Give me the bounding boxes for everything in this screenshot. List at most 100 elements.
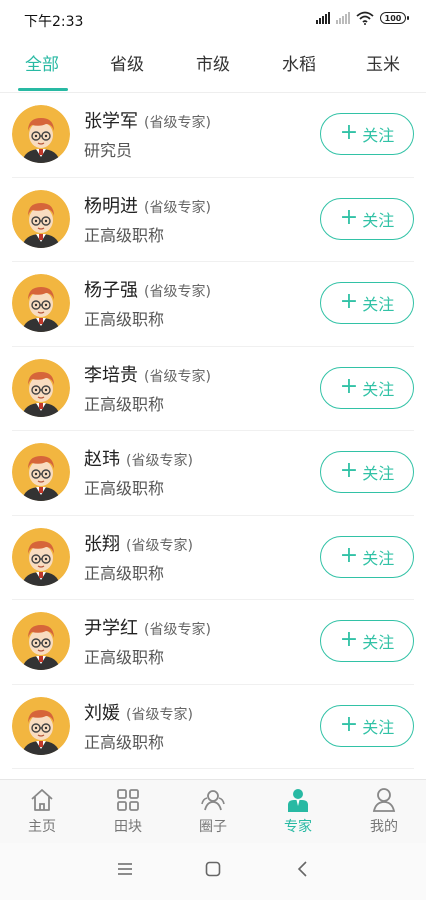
grid-icon [117,789,139,811]
follow-button[interactable]: + 关注 [320,704,414,747]
expert-avatar-icon [12,105,70,163]
status-bar: 下午2:33 100 [0,0,426,40]
follow-button[interactable]: + 关注 [320,113,414,155]
nav-fields[interactable]: 田块 [93,786,163,836]
status-icons: 100 [316,11,409,25]
tab-indicator [18,88,68,91]
avatar [12,696,70,755]
nav-profile[interactable]: 我的 [349,786,419,836]
follow-label: 关注 [362,633,395,652]
plus-icon: + [339,289,359,314]
expert-avatar-icon [12,358,70,417]
signal-icon [316,12,330,24]
expert-role: (省级专家) [126,453,193,469]
avatar [12,443,70,501]
expert-role: (省级专家) [126,706,193,723]
nav-experts[interactable]: 专家 [263,786,333,836]
plus-icon: + [339,542,359,568]
follow-label: 关注 [362,295,395,314]
home-icon [31,789,53,811]
list-item[interactable]: 杨子强 (省级专家) 正高级职称 + 关注 [12,262,414,347]
avatar [12,189,70,248]
expert-title: 正高级职称 [84,563,165,583]
expert-title: 研究员 [84,141,133,160]
nav-community[interactable]: 圈子 [178,786,248,836]
avatar [12,105,70,163]
expert-role: (省级专家) [144,622,211,638]
bottom-nav: 主页 田块 圈子 专家 我的 [0,779,426,844]
expert-name: 李培贵 [84,364,138,386]
nav-label: 专家 [284,819,312,835]
list-item[interactable]: 杨明进 (省级专家) 正高级职称 + 关注 [12,178,414,262]
avatar [12,274,70,332]
tab-city[interactable]: 市级 [196,50,230,75]
expert-role: (省级专家) [144,199,211,216]
expert-title: 正高级职称 [84,310,165,329]
expert-avatar-icon [12,527,70,586]
follow-label: 关注 [362,210,395,230]
expert-title: 正高级职称 [84,648,165,667]
nav-label: 田块 [114,819,142,835]
avatar [12,612,70,670]
tab-rice[interactable]: 水稻 [282,50,316,75]
follow-button[interactable]: + 关注 [320,197,414,240]
expert-role: (省级专家) [144,368,211,385]
expert-avatar-icon [12,443,70,501]
nav-label: 主页 [28,819,56,835]
plus-icon: + [339,120,359,145]
follow-button[interactable]: + 关注 [320,620,414,662]
expert-icon [288,789,308,812]
expert-avatar-icon [12,612,70,670]
plus-icon: + [339,204,359,230]
tab-all[interactable]: 全部 [25,50,59,75]
follow-button[interactable]: + 关注 [320,451,414,493]
list-item[interactable]: 赵玮 (省级专家) 正高级职称 + 关注 [12,431,414,516]
list-item[interactable]: 李培贵 (省级专家) 正高级职称 + 关注 [12,347,414,431]
expert-role: (省级专家) [144,115,211,131]
expert-name: 张翔 [84,533,120,555]
follow-button[interactable]: + 关注 [320,366,414,409]
follow-label: 关注 [362,717,395,737]
expert-name: 尹学红 [84,618,138,639]
nav-home[interactable]: 主页 [7,786,77,836]
plus-icon: + [339,458,359,483]
plus-icon: + [339,373,359,399]
tab-corn[interactable]: 玉米 [366,50,400,75]
expert-avatar-icon [12,189,70,248]
expert-role: (省级专家) [144,284,211,300]
expert-avatar-icon [12,274,70,332]
expert-name: 杨子强 [84,280,138,301]
expert-role: (省级专家) [126,537,193,554]
back-icon[interactable] [295,861,311,877]
avatar [12,527,70,586]
follow-label: 关注 [362,379,395,399]
signal-2-icon [336,12,350,24]
battery-icon: 100 [380,12,409,24]
follow-label: 关注 [362,548,395,568]
wifi-icon [356,11,374,25]
nav-label: 圈子 [199,819,227,835]
tab-provincial[interactable]: 省级 [110,50,144,75]
menu-icon[interactable] [117,861,133,877]
follow-button[interactable]: + 关注 [320,535,414,578]
expert-name: 刘媛 [84,702,120,724]
expert-name: 赵玮 [84,449,120,470]
plus-icon: + [339,627,359,652]
expert-title: 正高级职称 [84,225,165,245]
expert-name: 张学军 [84,111,138,132]
list-item[interactable]: 尹学红 (省级专家) 正高级职称 + 关注 [12,600,414,685]
home-square-icon[interactable] [205,861,221,877]
category-tabs: 全部 省级 市级 水稻 玉米 [0,44,426,93]
list-item[interactable]: 张翔 (省级专家) 正高级职称 + 关注 [12,516,414,600]
list-item[interactable]: 刘媛 (省级专家) 正高级职称 + 关注 [12,685,414,769]
nav-label: 我的 [370,819,398,835]
follow-button[interactable]: + 关注 [320,282,414,324]
expert-title: 正高级职称 [84,394,165,414]
system-nav-bar [0,843,426,900]
follow-label: 关注 [362,126,395,145]
expert-list: 张学军 (省级专家) 研究员 + 关注 杨明进 (省级专家) 正高级职称 + 关注 杨子… [0,93,426,853]
list-item[interactable]: 张学军 (省级专家) 研究员 + 关注 [12,93,414,178]
expert-name: 杨明进 [84,195,138,217]
expert-title: 正高级职称 [84,732,165,752]
avatar [12,358,70,417]
